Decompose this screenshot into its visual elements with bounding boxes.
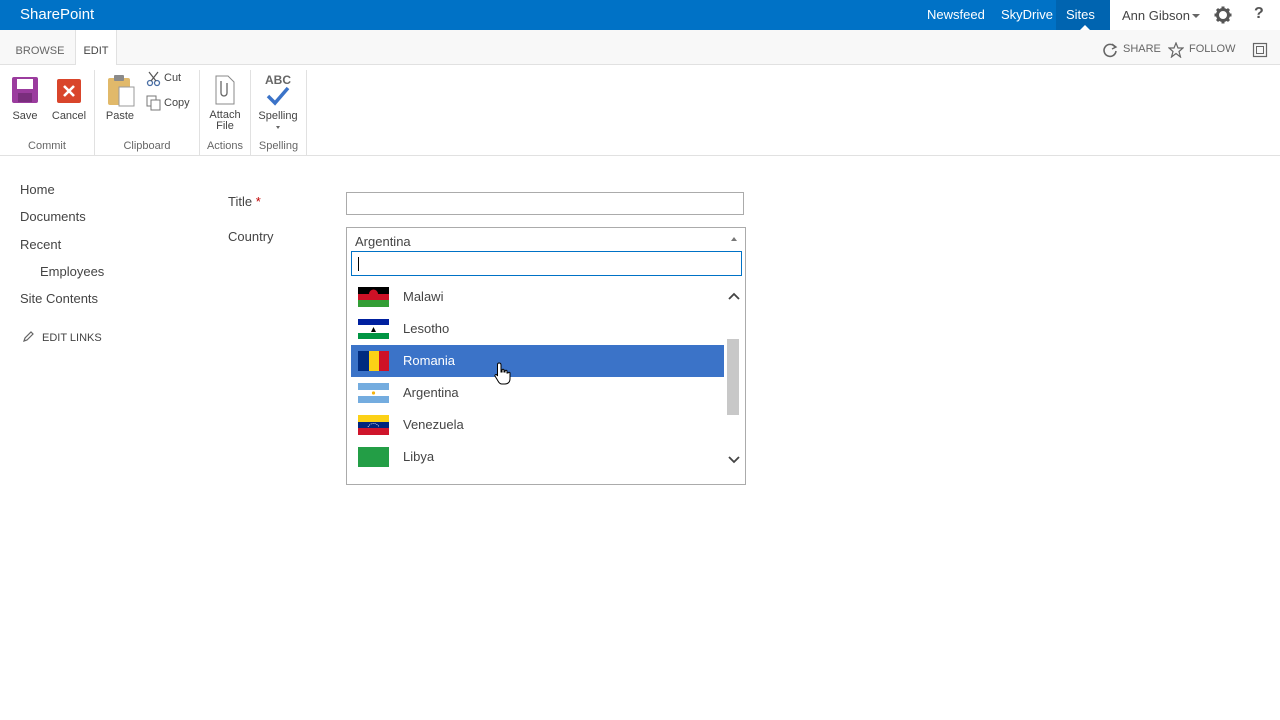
cut-label: Cut (164, 72, 182, 84)
tab-edit[interactable]: EDIT (75, 30, 117, 66)
sites-label: Sites (1066, 7, 1095, 22)
cut-button[interactable]: Cut (146, 71, 186, 87)
focus-icon[interactable] (1252, 42, 1268, 58)
option-label: Argentina (403, 385, 459, 400)
suite-bar: SharePoint Newsfeed SkyDrive Sites Ann G… (0, 0, 1280, 30)
romania-flag-icon (358, 351, 389, 371)
cancel-label: Cancel (51, 110, 87, 122)
option-label: Malawi (403, 289, 444, 304)
copy-label: Copy (164, 97, 190, 109)
close-icon (57, 79, 81, 103)
spelling-label: Spelling (258, 110, 298, 122)
share-button[interactable]: SHARE (1123, 43, 1161, 55)
user-menu[interactable]: Ann Gibson (1122, 8, 1190, 23)
list-item-lesotho[interactable]: Lesotho (351, 313, 724, 345)
scrollbar-thumb[interactable] (727, 339, 739, 415)
venezuela-flag-icon (358, 415, 389, 435)
nav-item-recent[interactable]: Recent (20, 237, 61, 252)
copy-icon (146, 95, 161, 111)
user-area: Ann Gibson ? (1110, 0, 1280, 30)
star-icon[interactable] (1168, 42, 1184, 58)
group-actions: Actions (206, 140, 244, 152)
attach-label-line2: File (216, 120, 234, 132)
abc-label: ABC (265, 73, 291, 87)
skydrive-link[interactable]: SkyDrive (1001, 7, 1053, 22)
title-label: Title * (228, 194, 261, 209)
spelling-button[interactable]: ABC Spelling (256, 73, 300, 133)
chevron-down-icon[interactable] (1192, 14, 1200, 18)
ribbon: Save Cancel Commit Paste Cut Copy Clipbo… (0, 65, 1280, 156)
chevron-down-icon (276, 126, 280, 129)
group-spelling: Spelling (258, 140, 299, 152)
title-label-text: Title (228, 194, 253, 209)
required-marker: * (255, 194, 261, 209)
list-item-malawi[interactable]: Malawi (351, 281, 724, 313)
hand-pointer-icon (494, 362, 511, 385)
checkmark-icon (266, 86, 290, 106)
country-search-input[interactable] (351, 251, 742, 276)
group-commit: Commit (28, 140, 66, 152)
attach-file-button[interactable]: Attach File (205, 73, 245, 133)
list-item-romania[interactable]: Romania (351, 345, 724, 377)
group-clipboard: Clipboard (123, 140, 171, 152)
option-label: Venezuela (403, 417, 464, 432)
follow-button[interactable]: FOLLOW (1189, 43, 1235, 55)
option-label: Lesotho (403, 321, 450, 336)
country-label: Country (228, 229, 274, 244)
lesotho-flag-icon (358, 319, 389, 339)
pencil-icon (23, 331, 34, 342)
paste-label: Paste (105, 110, 135, 122)
chevron-up-icon[interactable] (728, 291, 740, 303)
tab-browse[interactable]: BROWSE (10, 30, 70, 65)
scissors-icon (146, 71, 161, 87)
gear-icon[interactable] (1214, 6, 1232, 24)
argentina-flag-icon (358, 383, 389, 403)
save-label: Save (12, 110, 38, 122)
nav-item-documents[interactable]: Documents (20, 209, 86, 224)
country-selected-value: Argentina (355, 234, 411, 249)
chevron-down-icon[interactable] (728, 453, 740, 465)
country-combobox[interactable]: Argentina Malawi Lesotho Romania Argenti… (346, 227, 746, 485)
malawi-flag-icon (358, 287, 389, 307)
group-divider (306, 70, 307, 155)
list-item-argentina[interactable]: Argentina (351, 377, 724, 409)
paste-button[interactable]: Paste (102, 73, 138, 123)
title-input[interactable] (346, 192, 744, 215)
option-label: Romania (403, 353, 456, 368)
save-icon (12, 77, 38, 103)
country-options-list: Malawi Lesotho Romania Argentina Venezue… (351, 281, 724, 481)
list-item-venezuela[interactable]: Venezuela (351, 409, 724, 441)
chevron-up-icon[interactable] (731, 237, 737, 241)
clipboard-icon (108, 75, 135, 107)
edit-links-label: EDIT LINKS (42, 332, 102, 344)
nav-item-site-contents[interactable]: Site Contents (20, 291, 98, 306)
ribbon-tabs: BROWSE EDIT (0, 30, 1280, 66)
text-cursor (358, 257, 359, 271)
newsfeed-link[interactable]: Newsfeed (927, 7, 985, 22)
attach-icon (215, 75, 235, 105)
options-scrollbar[interactable] (725, 281, 742, 481)
sites-link[interactable]: Sites (1056, 0, 1110, 30)
option-label: Libya (403, 449, 435, 464)
share-icon[interactable] (1102, 42, 1118, 58)
help-icon[interactable]: ? (1254, 5, 1264, 23)
copy-button[interactable]: Copy (146, 95, 192, 111)
nav-item-employees[interactable]: Employees (40, 264, 104, 279)
libya-flag-icon (358, 447, 389, 467)
nav-item-home[interactable]: Home (20, 182, 55, 197)
brand-title[interactable]: SharePoint (20, 6, 94, 23)
cancel-button[interactable]: Cancel (50, 73, 88, 123)
save-button[interactable]: Save (6, 73, 44, 123)
list-item-libya[interactable]: Libya (351, 441, 724, 473)
